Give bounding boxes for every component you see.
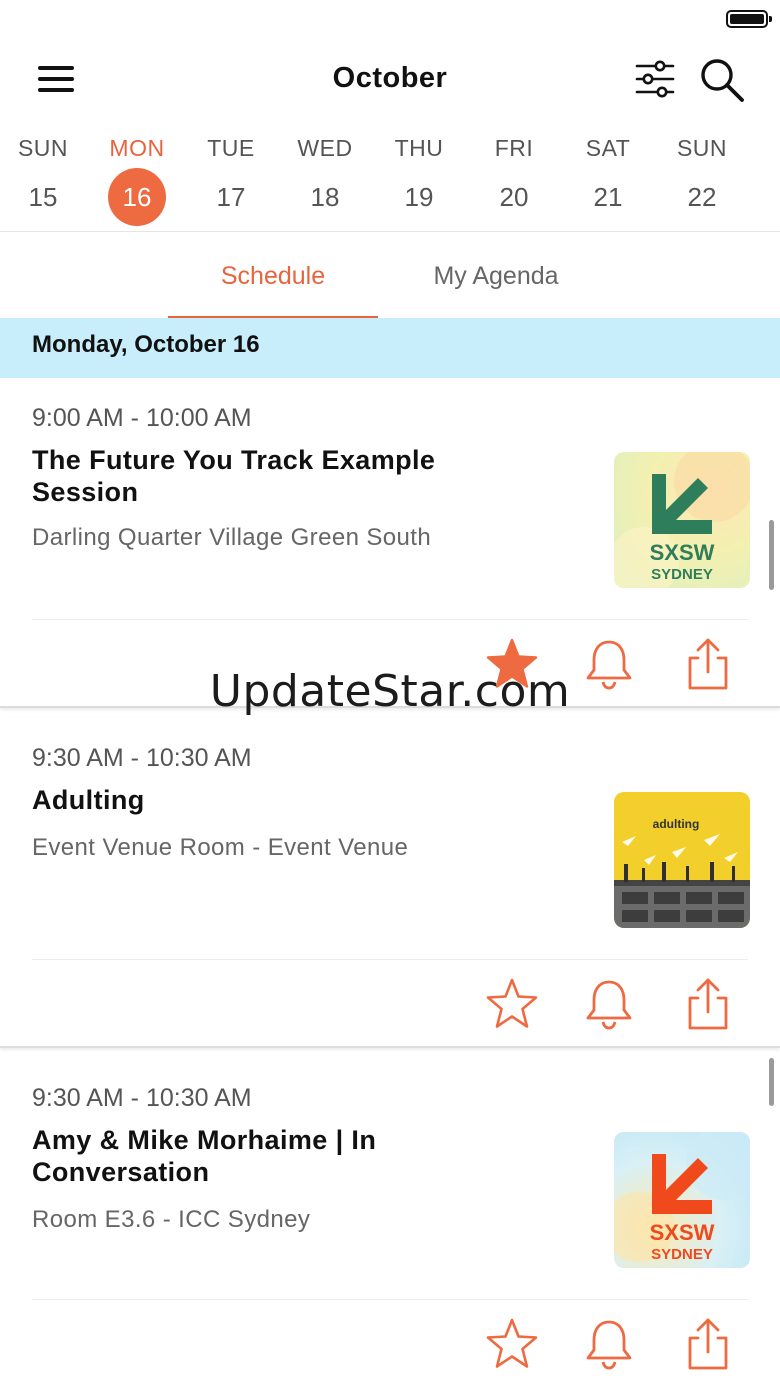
session-title: Amy & Mike Morhaime | In Conversation xyxy=(32,1125,377,1187)
day-name: SUN xyxy=(676,135,728,161)
day-name: TUE xyxy=(207,135,255,161)
session-title: The Future You Track Example Session xyxy=(32,445,436,507)
date-section-header: Monday, October 16 xyxy=(0,318,780,378)
day-name: THU xyxy=(394,135,444,161)
day-name: FRI xyxy=(494,135,534,161)
status-bar xyxy=(0,0,780,40)
day-number: 15 xyxy=(28,182,58,212)
date-header-label: Monday, October 16 xyxy=(32,331,260,358)
thumb-text-sxsw: SXSW xyxy=(650,540,715,565)
day-sun-22[interactable]: SUN 22 xyxy=(655,126,749,226)
day-number: 16 xyxy=(108,168,166,226)
day-number: 22 xyxy=(687,182,717,212)
bell-icon[interactable] xyxy=(581,636,637,692)
star-icon[interactable] xyxy=(484,636,540,692)
day-number: 18 xyxy=(310,182,340,212)
search-icon[interactable] xyxy=(698,56,746,104)
day-number: 17 xyxy=(216,182,246,212)
adulting-thumbnail[interactable]: adulting xyxy=(614,792,750,928)
schedule-tabs: Schedule My Agenda xyxy=(0,234,780,318)
sxsw-sydney-thumbnail[interactable]: SXSW SYDNEY xyxy=(614,452,750,588)
day-sun-15[interactable]: SUN 15 xyxy=(0,126,90,226)
sxsw-sydney-thumbnail[interactable]: SXSW SYDNEY xyxy=(614,1132,750,1268)
star-icon[interactable] xyxy=(484,976,540,1032)
session-title: Adulting xyxy=(32,785,145,815)
session-card[interactable]: 9:30 AM - 10:30 AM Adulting Event Venue … xyxy=(0,718,780,1048)
card-divider xyxy=(32,619,748,620)
session-time: 9:30 AM - 10:30 AM xyxy=(32,1084,252,1112)
day-name: SUN xyxy=(17,135,69,161)
week-day-selector: SUN 15 MON 16 TUE 17 WED 18 THU 19 FRI 20 SAT 21 SUN 22 xyxy=(0,126,780,232)
session-venue: Darling Quarter Village Green South xyxy=(32,524,432,551)
day-number: 20 xyxy=(499,182,529,212)
app-header: October xyxy=(0,40,780,124)
bell-icon[interactable] xyxy=(581,1316,637,1372)
thumb-text-sydney: SYDNEY xyxy=(651,566,713,583)
bell-icon[interactable] xyxy=(581,976,637,1032)
day-number: 19 xyxy=(404,182,434,212)
day-name: MON xyxy=(109,135,165,161)
session-card[interactable]: 9:30 AM - 10:30 AM Amy & Mike Morhaime |… xyxy=(0,1058,780,1387)
session-card[interactable]: 9:00 AM - 10:00 AM The Future You Track … xyxy=(0,378,780,708)
day-name: WED xyxy=(297,135,353,161)
card-divider xyxy=(32,1299,748,1300)
share-icon[interactable] xyxy=(680,976,736,1032)
tab-schedule[interactable]: Schedule xyxy=(168,234,378,318)
day-wed-18[interactable]: WED 18 xyxy=(278,126,372,226)
session-venue: Event Venue Room - Event Venue xyxy=(32,834,409,861)
star-icon[interactable] xyxy=(484,1316,540,1372)
filter-icon[interactable] xyxy=(634,58,676,100)
day-sat-21[interactable]: SAT 21 xyxy=(561,126,655,226)
share-icon[interactable] xyxy=(680,1316,736,1372)
session-time: 9:30 AM - 10:30 AM xyxy=(32,744,252,772)
thumb-text-sxsw: SXSW xyxy=(650,1220,715,1245)
day-thu-19[interactable]: THU 19 xyxy=(372,126,466,226)
battery-icon xyxy=(726,10,772,28)
day-tue-17[interactable]: TUE 17 xyxy=(184,126,278,226)
session-time: 9:00 AM - 10:00 AM xyxy=(32,404,252,432)
thumb-text-sydney: SYDNEY xyxy=(651,1246,713,1263)
day-number: 21 xyxy=(593,182,623,212)
day-fri-20[interactable]: FRI 20 xyxy=(467,126,561,226)
session-venue: Room E3.6 - ICC Sydney xyxy=(32,1206,311,1233)
scrollbar[interactable] xyxy=(769,520,774,590)
tab-my-agenda[interactable]: My Agenda xyxy=(398,234,594,318)
card-divider xyxy=(32,959,748,960)
scrollbar[interactable] xyxy=(769,1058,774,1106)
poster-title: adulting xyxy=(653,817,700,831)
day-name: SAT xyxy=(585,135,631,161)
day-mon-16[interactable]: MON 16 xyxy=(90,126,184,226)
share-icon[interactable] xyxy=(680,636,736,692)
